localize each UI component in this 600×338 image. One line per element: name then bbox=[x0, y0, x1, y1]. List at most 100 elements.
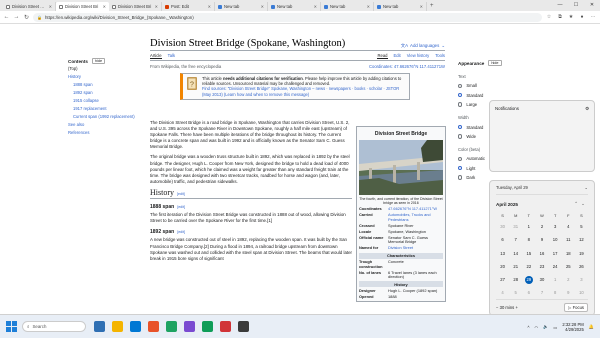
taskbar-app-icon[interactable] bbox=[238, 321, 249, 332]
wifi-icon[interactable]: ◠ bbox=[535, 325, 539, 330]
calendar-day[interactable]: 25 bbox=[562, 263, 575, 271]
taskbar-app-icon[interactable] bbox=[94, 321, 105, 332]
calendar-day[interactable]: 27 bbox=[496, 276, 509, 284]
calendar-day[interactable]: 23 bbox=[535, 263, 548, 271]
forward-icon[interactable]: → bbox=[13, 14, 20, 20]
toc-item[interactable]: References bbox=[68, 131, 138, 136]
appearance-hide-button[interactable]: hide bbox=[488, 60, 502, 66]
toc-hide-button[interactable]: hide bbox=[91, 58, 106, 64]
browser-tab[interactable]: Post: Edit ✕ bbox=[162, 2, 215, 11]
text-size-option[interactable]: Small bbox=[458, 83, 528, 88]
month-nav-arrows[interactable]: ⌃⌄ bbox=[574, 201, 588, 207]
calendar-day[interactable]: 14 bbox=[509, 250, 522, 258]
taskbar-app-icon[interactable] bbox=[184, 321, 195, 332]
radio-button[interactable] bbox=[458, 156, 463, 162]
calendar-day[interactable]: 7 bbox=[509, 236, 522, 244]
browser-tab[interactable]: New tab ✕ bbox=[215, 2, 268, 11]
browser-tab[interactable]: New tab ✕ bbox=[321, 2, 374, 11]
tab-close-icon[interactable]: ✕ bbox=[420, 4, 423, 9]
tab-close-icon[interactable]: ✕ bbox=[208, 4, 211, 9]
calendar-day[interactable]: 6 bbox=[496, 236, 509, 244]
tab-view-history[interactable]: View history bbox=[407, 53, 430, 59]
calendar-day[interactable]: 10 bbox=[549, 236, 562, 244]
calendar-day[interactable]: 3 bbox=[549, 223, 562, 231]
back-icon[interactable]: ← bbox=[3, 14, 10, 20]
infobox-value[interactable]: 47.662676°N 117.411271°W bbox=[388, 206, 443, 211]
calendar-day[interactable]: 30 bbox=[496, 223, 509, 231]
calendar-day[interactable]: 1 bbox=[522, 223, 535, 231]
tab-tools[interactable]: Tools bbox=[435, 53, 445, 59]
toc-item[interactable]: History bbox=[68, 75, 138, 80]
text-size-option[interactable]: Standard bbox=[458, 93, 528, 98]
taskbar-app-icon[interactable] bbox=[202, 321, 213, 332]
focus-duration[interactable]: − 30 mins + bbox=[496, 305, 518, 310]
url-field[interactable]: 🔒 https://en.wikipedia.org/wiki/Division… bbox=[33, 12, 542, 22]
radio-button[interactable] bbox=[458, 102, 463, 107]
new-tab-button[interactable]: + bbox=[427, 3, 437, 9]
toc-item[interactable]: 1917 replacement bbox=[68, 107, 138, 112]
toc-item[interactable]: See also bbox=[68, 123, 138, 128]
calendar-day[interactable]: 15 bbox=[522, 250, 535, 258]
calendar-day[interactable]: 5 bbox=[575, 223, 588, 231]
calendar-day[interactable]: 9 bbox=[535, 236, 548, 244]
span-1892-edit-link[interactable]: [edit] bbox=[177, 229, 185, 235]
tab-edit[interactable]: Edit bbox=[394, 53, 401, 59]
infobox-value[interactable]: Automobiles, Trucks and Pedestrians bbox=[388, 213, 443, 222]
infobox-value[interactable]: Division Street bbox=[388, 245, 443, 250]
calendar-day[interactable]: 4 bbox=[496, 289, 509, 297]
calendar-day[interactable]: 8 bbox=[522, 236, 535, 244]
calendar-day[interactable]: 26 bbox=[575, 263, 588, 271]
notifications-settings-icon[interactable]: ⚙ bbox=[585, 106, 589, 166]
tab-article[interactable]: Article bbox=[150, 53, 162, 59]
calendar-month[interactable]: April 2025 bbox=[496, 202, 518, 207]
tab-close-icon[interactable]: ✕ bbox=[261, 4, 264, 9]
notification-bell-icon[interactable]: 🔔 bbox=[589, 324, 594, 330]
calendar-day[interactable]: 12 bbox=[575, 236, 588, 244]
taskbar-search[interactable]: ⌕ Search bbox=[22, 321, 86, 332]
calendar-day[interactable]: 28 bbox=[509, 276, 522, 284]
radio-button[interactable] bbox=[458, 175, 463, 180]
taskbar-app-icon[interactable] bbox=[166, 321, 177, 332]
calendar-day[interactable]: 30 bbox=[535, 276, 548, 284]
taskbar-app-icon[interactable] bbox=[112, 321, 123, 332]
calendar-day[interactable]: 4 bbox=[562, 223, 575, 231]
radio-button[interactable] bbox=[458, 134, 463, 139]
browser-tab[interactable]: New tab ✕ bbox=[374, 2, 427, 11]
toc-item[interactable]: 1888 span bbox=[68, 83, 138, 88]
profile-icon[interactable]: ● bbox=[578, 14, 586, 20]
toc-item[interactable]: 1892 span bbox=[68, 91, 138, 96]
calendar-day[interactable]: 6 bbox=[522, 289, 535, 297]
calendar-day[interactable]: 9 bbox=[562, 289, 575, 297]
browser-tab[interactable]: New tab ✕ bbox=[268, 2, 321, 11]
calendar-day-today[interactable]: 29 bbox=[524, 275, 533, 284]
coordinates-link[interactable]: Coordinates: 47.662676°N 117.411271W bbox=[369, 64, 445, 69]
browser-tab[interactable]: Division Street Bri ✕ bbox=[109, 2, 162, 11]
calendar-day[interactable]: 3 bbox=[575, 276, 588, 284]
tab-close-icon[interactable]: ✕ bbox=[49, 4, 52, 9]
tab-close-icon[interactable]: ✕ bbox=[367, 4, 370, 9]
tab-close-icon[interactable]: ✕ bbox=[314, 4, 317, 9]
calendar-day[interactable]: 17 bbox=[549, 250, 562, 258]
calendar-day[interactable]: 31 bbox=[509, 223, 522, 231]
browser-tab[interactable]: Division Street Bri ✕ bbox=[56, 2, 109, 11]
clock[interactable]: 2:32:28 PM 4/29/2025 bbox=[562, 322, 583, 333]
calendar-day[interactable]: 2 bbox=[562, 276, 575, 284]
maximize-icon[interactable]: ☐ bbox=[568, 0, 584, 11]
calendar-day[interactable]: 21 bbox=[509, 263, 522, 271]
calendar-day[interactable]: 24 bbox=[549, 263, 562, 271]
windows-start-icon[interactable] bbox=[6, 321, 17, 332]
minimize-icon[interactable]: — bbox=[552, 0, 568, 11]
taskbar-app-icon[interactable] bbox=[148, 321, 159, 332]
tab-close-icon[interactable]: ✕ bbox=[103, 4, 106, 9]
toc-item[interactable]: 1915 collapse bbox=[68, 99, 138, 104]
calendar-day[interactable]: 11 bbox=[562, 236, 575, 244]
tab-read[interactable]: Read bbox=[377, 53, 388, 59]
calendar-day[interactable]: 2 bbox=[535, 223, 548, 231]
tab-talk[interactable]: Talk bbox=[168, 53, 175, 59]
find-sources-links[interactable]: Find sources: "Division Street Bridge" S… bbox=[202, 86, 399, 96]
calendar-day[interactable]: 10 bbox=[575, 289, 588, 297]
calendar-day[interactable]: 13 bbox=[496, 250, 509, 258]
calendar-day[interactable]: 19 bbox=[575, 250, 588, 258]
calendar-day[interactable]: 5 bbox=[509, 289, 522, 297]
browser-tab[interactable]: Division Street Brid ✕ bbox=[3, 2, 56, 11]
